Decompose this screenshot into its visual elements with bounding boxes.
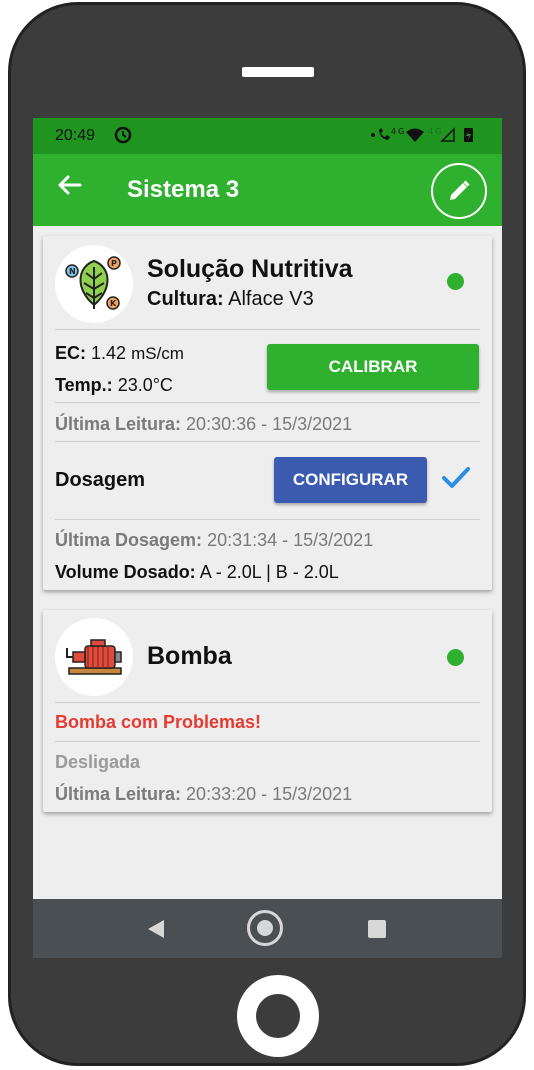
pump-problem-alert: Bomba com Problemas! xyxy=(55,712,262,732)
last-reading-label: Última Leitura: xyxy=(55,414,182,434)
status-dot xyxy=(447,273,464,290)
configure-button[interactable]: CONFIGURAR xyxy=(274,457,427,503)
home-button[interactable] xyxy=(237,975,319,1057)
navigation-bar xyxy=(33,899,502,958)
divider xyxy=(55,329,480,330)
card-title: Solução Nutritiva xyxy=(147,255,353,283)
ec-reading: EC: 1.42 mS/cm xyxy=(55,343,184,364)
last-reading-value: 20:33:20 - 15/3/2021 xyxy=(186,784,353,804)
last-dosing-label: Última Dosagem: xyxy=(55,530,203,550)
npk-label: K xyxy=(110,299,117,308)
svg-text:4G: 4G xyxy=(391,127,406,136)
edit-button[interactable] xyxy=(431,163,487,219)
sync-icon xyxy=(113,125,133,150)
volume-label: Volume Dosado: xyxy=(55,562,196,582)
ec-label: EC: xyxy=(55,343,86,363)
status-bar: 20:49 4G 4G xyxy=(33,118,502,154)
pump-icon xyxy=(55,618,133,696)
npk-label: N xyxy=(69,267,76,276)
last-reading: Última Leitura: 20:30:36 - 15/3/2021 xyxy=(55,414,352,435)
nav-home-icon[interactable] xyxy=(247,910,283,946)
divider xyxy=(55,702,480,703)
last-reading-label: Última Leitura: xyxy=(55,784,182,804)
last-dosing-value: 20:31:34 - 15/3/2021 xyxy=(207,530,374,550)
last-reading-value: 20:30:36 - 15/3/2021 xyxy=(186,414,353,434)
nav-back-icon[interactable] xyxy=(146,918,166,945)
status-icons: 4G 4G xyxy=(370,126,480,147)
temp-value: 23.0°C xyxy=(117,375,173,395)
nutrient-leaf-icon: N P K xyxy=(55,245,133,323)
last-dosing: Última Dosagem: 20:31:34 - 15/3/2021 xyxy=(55,530,373,551)
npk-label: P xyxy=(111,259,117,268)
pump-last-reading: Última Leitura: 20:33:20 - 15/3/2021 xyxy=(55,784,352,805)
svg-text:4G: 4G xyxy=(428,127,443,136)
culture-label: Cultura: xyxy=(147,288,224,310)
divider xyxy=(55,441,480,442)
nutrient-solution-card[interactable]: N P K Solução Nutritiva Cultura: Alface … xyxy=(43,236,492,590)
pump-state: Desligada xyxy=(55,752,141,772)
volume-dosed: Volume Dosado: A - 2.0L | B - 2.0L xyxy=(55,562,339,583)
ec-unit: mS/cm xyxy=(131,344,184,363)
culture-line: Cultura: Alface V3 xyxy=(147,288,314,311)
pencil-icon xyxy=(450,180,470,200)
divider xyxy=(55,741,480,742)
dosing-label: Dosagem xyxy=(55,469,146,491)
page-title: Sistema 3 xyxy=(127,176,240,203)
divider xyxy=(55,519,480,520)
app-bar: Sistema 3 xyxy=(33,154,502,226)
temp-label: Temp.: xyxy=(55,375,113,395)
calibrate-button[interactable]: CALIBRAR xyxy=(267,344,479,390)
pump-card[interactable]: Bomba Bomba com Problemas! Desligada Últ… xyxy=(43,610,492,812)
temperature-reading: Temp.: 23.0°C xyxy=(55,375,173,396)
screen: 20:49 4G 4G Sistema 3 N P K Solução Nutr… xyxy=(33,118,502,958)
status-time: 20:49 xyxy=(55,127,96,144)
volume-value: A - 2.0L | B - 2.0L xyxy=(199,562,339,582)
speaker-grille xyxy=(242,67,314,77)
culture-value: Alface V3 xyxy=(228,288,314,310)
nav-recents-icon[interactable] xyxy=(368,920,386,938)
status-dot xyxy=(447,649,464,666)
divider xyxy=(55,402,480,403)
check-icon xyxy=(441,465,471,496)
ec-value: 1.42 xyxy=(91,343,127,363)
card-title: Bomba xyxy=(147,642,232,670)
arrow-left-icon[interactable] xyxy=(57,172,83,205)
